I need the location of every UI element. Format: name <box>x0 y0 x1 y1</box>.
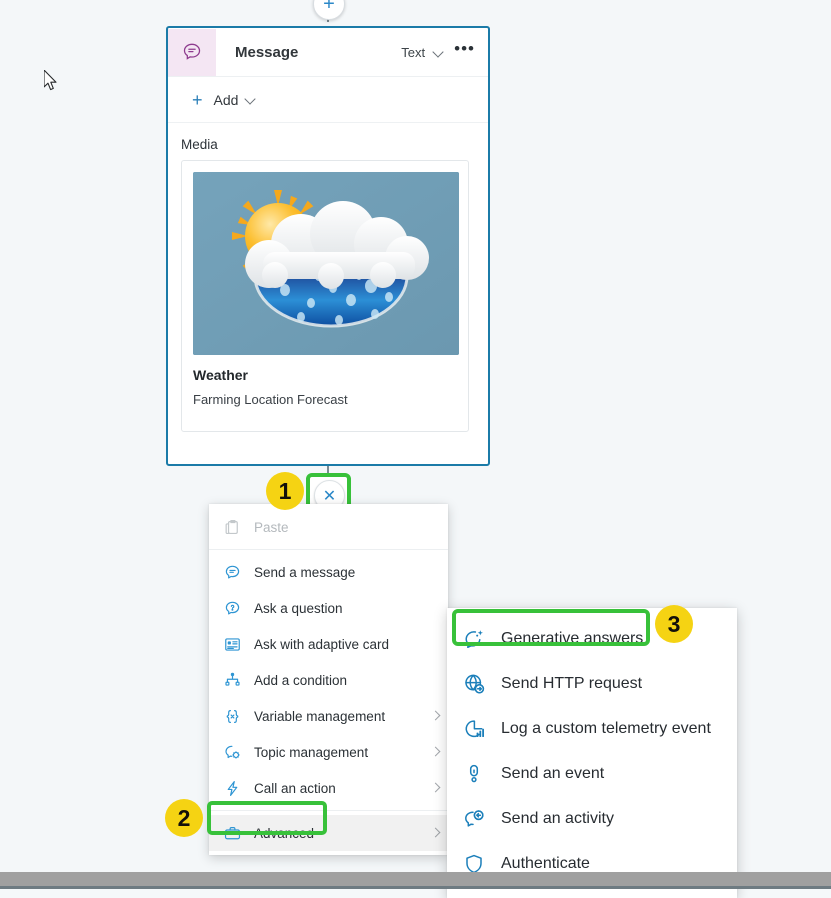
chevron-right-icon <box>431 783 441 793</box>
menu-item-label: Topic management <box>254 744 369 760</box>
menu-item-call-an-action[interactable]: Call an action <box>209 770 448 806</box>
chevron-right-icon <box>431 828 441 838</box>
activity-bubble-icon <box>461 806 487 832</box>
node-header: Message Text ••• <box>168 28 488 77</box>
menu-item-label: Ask a question <box>254 600 343 616</box>
menu-item-send-a-message[interactable]: Send a message <box>209 554 448 590</box>
briefcase-icon <box>221 822 243 844</box>
submenu-item-log-a-custom-telemetry-event[interactable]: Log a custom telemetry event <box>447 706 737 751</box>
submenu-item-label: Generative answers <box>501 629 644 647</box>
sparkle-bubble-icon <box>461 626 487 652</box>
menu-item-label: Advanced <box>254 825 315 841</box>
step-badge-3: 3 <box>655 605 693 643</box>
menu-item-topic-management[interactable]: Topic management <box>209 734 448 770</box>
weather-image <box>193 172 459 355</box>
chevron-right-icon <box>431 747 441 757</box>
menu-item-label: Paste <box>254 519 289 535</box>
step-badge-1: 1 <box>266 472 304 510</box>
node-header-actions: Text ••• <box>401 40 488 60</box>
submenu-item-send-http-request[interactable]: Send HTTP request <box>447 661 737 706</box>
menu-item-add-a-condition[interactable]: Add a condition <box>209 662 448 698</box>
menu-item-advanced[interactable]: Advanced <box>209 815 448 851</box>
advanced-submenu[interactable]: Generative answers Send HTTP request Log a… <box>447 608 737 898</box>
more-options-icon[interactable]: ••• <box>454 40 475 60</box>
chevron-down-icon[interactable] <box>434 47 445 58</box>
pie-chart-bars-icon <box>461 716 487 742</box>
node-title: Message <box>235 43 299 61</box>
media-title: Weather <box>193 367 248 383</box>
topic-gear-icon <box>221 741 243 763</box>
add-label: Add <box>213 91 239 108</box>
plus-icon: + <box>192 89 203 110</box>
media-section-label: Media <box>181 137 218 152</box>
node-add-row[interactable]: + Add <box>168 77 488 123</box>
adaptive-card-icon <box>221 633 243 655</box>
context-menu[interactable]: Paste Send a message Ask a question Ask wit… <box>209 504 448 855</box>
submenu-item-generative-answers[interactable]: Generative answers <box>447 616 737 661</box>
menu-item-variable-management[interactable]: Variable management <box>209 698 448 734</box>
submenu-item-send-an-activity[interactable]: Send an activity <box>447 796 737 841</box>
variable-braces-icon <box>221 705 243 727</box>
chevron-right-icon <box>431 711 441 721</box>
media-card[interactable]: Weather Farming Location Forecast <box>181 160 469 432</box>
submenu-item-label: Send an event <box>501 764 605 782</box>
menu-item-label: Variable management <box>254 708 386 724</box>
submenu-item-label: Send an activity <box>501 809 614 827</box>
media-section: Media Weather Farming Location Forecast <box>168 123 488 432</box>
menu-item-label: Call an action <box>254 780 336 796</box>
step-badge-2: 2 <box>165 799 203 837</box>
message-type-select-value[interactable]: Text <box>401 45 425 60</box>
submenu-item-label: Log a custom telemetry event <box>501 719 711 737</box>
menu-item-ask-a-question[interactable]: Ask a question <box>209 590 448 626</box>
media-subtitle: Farming Location Forecast <box>193 392 348 407</box>
chevron-down-icon[interactable] <box>246 94 257 105</box>
lightning-bolt-icon <box>221 777 243 799</box>
mouse-cursor <box>43 69 58 91</box>
close-icon: ✕ <box>322 487 337 505</box>
submenu-item-label: Send HTTP request <box>501 674 643 692</box>
message-bubble-icon <box>221 561 243 583</box>
menu-separator <box>209 549 448 550</box>
question-bubble-icon <box>221 597 243 619</box>
menu-item-label: Ask with adaptive card <box>254 636 390 652</box>
plus-icon: + <box>323 0 335 15</box>
submenu-item-send-an-event[interactable]: Send an event <box>447 751 737 796</box>
branch-condition-icon <box>221 669 243 691</box>
event-alert-icon <box>461 761 487 787</box>
bottom-scroll-bar[interactable] <box>0 872 831 886</box>
menu-item-label: Send a message <box>254 564 356 580</box>
menu-item-paste: Paste <box>209 509 448 545</box>
menu-item-label: Add a condition <box>254 672 348 688</box>
menu-separator <box>209 810 448 811</box>
message-bubble-icon <box>168 28 216 76</box>
globe-request-icon <box>461 671 487 697</box>
menu-item-ask-with-adaptive-card[interactable]: Ask with adaptive card <box>209 626 448 662</box>
submenu-item-label: Authenticate <box>501 854 590 872</box>
clipboard-icon <box>221 516 243 538</box>
message-node-card[interactable]: Message Text ••• + Add Media Weather Far… <box>166 26 490 466</box>
